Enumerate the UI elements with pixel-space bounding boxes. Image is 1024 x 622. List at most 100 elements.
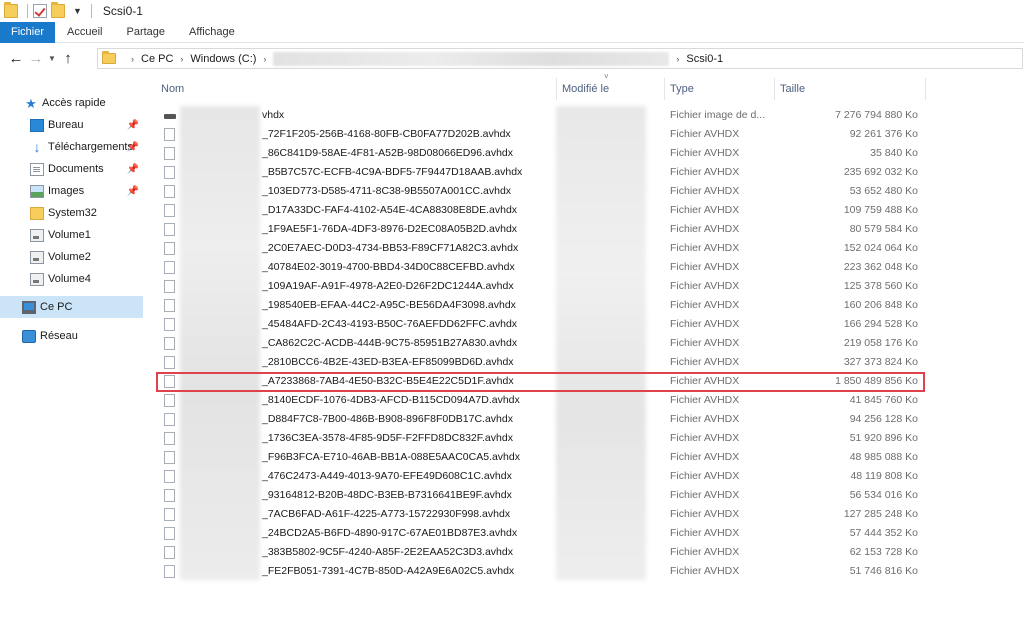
column-header-type[interactable]: Type <box>670 76 694 102</box>
file-icon <box>164 508 175 521</box>
file-row[interactable]: _40784E02-3019-4700-BBD4-34D0C88CEFBD.av… <box>0 258 1024 277</box>
file-row[interactable]: _FE2FB051-7391-4C7B-850D-A42A9E6A02C5.av… <box>0 562 1024 581</box>
file-name: _1736C3EA-3578-4F85-9D5F-F2FFD8DC832F.av… <box>262 432 513 444</box>
file-icon <box>164 394 175 407</box>
file-row[interactable]: _7ACB6FAD-A61F-4225-A773-15722930F998.av… <box>0 505 1024 524</box>
file-row[interactable]: _1736C3EA-3578-4F85-9D5F-F2FFD8DC832F.av… <box>0 429 1024 448</box>
file-icon <box>164 242 175 255</box>
file-row[interactable]: _D884F7C8-7B00-486B-B908-896F8F0DB17C.av… <box>0 410 1024 429</box>
file-name: _2810BCC6-4B2E-43ED-B3EA-EF85099BD6D.avh… <box>262 356 514 368</box>
back-arrow-icon[interactable]: ← <box>6 50 26 67</box>
file-row[interactable]: _24BCD2A5-B6FD-4890-917C-67AE01BD87E3.av… <box>0 524 1024 543</box>
file-row[interactable]: _B5B7C57C-ECFB-4C9A-BDF5-7F9447D18AAB.av… <box>0 163 1024 182</box>
file-row[interactable]: _1F9AE5F1-76DA-4DF3-8976-D2EC08A05B2D.av… <box>0 220 1024 239</box>
divider <box>90 4 92 18</box>
breadcrumb-this-pc[interactable]: Ce PC <box>141 53 173 65</box>
file-row[interactable]: _45484AFD-2C43-4193-B50C-76AEFDD62FFC.av… <box>0 315 1024 334</box>
file-size: 109 759 488 Ko <box>843 204 918 216</box>
file-type: Fichier AVHDX <box>670 223 740 235</box>
file-row[interactable]: _86C841D9-58AE-4F81-A52B-98D08066ED96.av… <box>0 144 1024 163</box>
column-divider[interactable] <box>925 78 926 100</box>
file-type: Fichier AVHDX <box>670 318 740 330</box>
column-divider[interactable] <box>664 78 665 100</box>
file-name: _1F9AE5F1-76DA-4DF3-8976-D2EC08A05B2D.av… <box>262 223 518 235</box>
file-type: Fichier AVHDX <box>670 166 740 178</box>
file-icon <box>164 185 175 198</box>
file-name: _93164812-B20B-48DC-B3EB-B7316641BE9F.av… <box>262 489 512 501</box>
column-header-modified[interactable]: Modifié le <box>562 76 609 102</box>
file-row[interactable]: _109A19AF-A91F-4978-A2E0-D26F2DC1244A.av… <box>0 277 1024 296</box>
file-icon <box>164 527 175 540</box>
recent-locations-dropdown-icon[interactable]: ▼ <box>46 54 58 63</box>
forward-arrow-icon[interactable]: → <box>26 50 46 67</box>
file-name: _72F1F205-256B-4168-80FB-CB0FA77D202B.av… <box>262 128 511 140</box>
file-type: Fichier AVHDX <box>670 489 740 501</box>
address-bar[interactable]: › Ce PC › Windows (C:) › › Scsi0-1 <box>97 48 1023 69</box>
quick-access-dropdown-icon[interactable]: ▼ <box>73 6 82 16</box>
file-row[interactable]: _2C0E7AEC-D0D3-4734-BB53-F89CF71A82C3.av… <box>0 239 1024 258</box>
file-size: 35 840 Ko <box>870 147 918 159</box>
file-size: 51 746 816 Ko <box>849 565 918 577</box>
file-row[interactable]: vhdx Fichier image de d... 7 276 794 880 K… <box>0 106 1024 125</box>
file-row[interactable]: _72F1F205-256B-4168-80FB-CB0FA77D202B.av… <box>0 125 1024 144</box>
file-name: _8140ECDF-1076-4DB3-AFCD-B115CD094A7D.av… <box>262 394 520 406</box>
new-folder-icon[interactable] <box>51 2 65 18</box>
file-row[interactable]: _383B5802-9C5F-4240-A85F-2E2EAA52C3D3.av… <box>0 543 1024 562</box>
file-name: _D884F7C8-7B00-486B-B908-896F8F0DB17C.av… <box>262 413 513 425</box>
file-name: _45484AFD-2C43-4193-B50C-76AEFDD62FFC.av… <box>262 318 518 330</box>
breadcrumb-current-folder[interactable]: Scsi0-1 <box>686 53 723 65</box>
chevron-right-icon[interactable]: › <box>131 54 134 64</box>
file-size: 223 362 048 Ko <box>843 261 918 273</box>
file-name: vhdx <box>262 109 285 121</box>
file-name: _7ACB6FAD-A61F-4225-A773-15722930F998.av… <box>262 508 511 520</box>
file-row[interactable]: _198540EB-EFAA-44C2-A95C-BE56DA4F3098.av… <box>0 296 1024 315</box>
file-name: _40784E02-3019-4700-BBD4-34D0C88CEFBD.av… <box>262 261 515 273</box>
file-row[interactable]: _476C2473-A449-4013-9A70-EFE49D608C1C.av… <box>0 467 1024 486</box>
tab-fichier[interactable]: Fichier <box>0 22 56 43</box>
column-divider[interactable] <box>556 78 557 100</box>
file-name: _86C841D9-58AE-4F81-A52B-98D08066ED96.av… <box>262 147 513 159</box>
tab-affichage[interactable]: Affichage <box>177 22 247 43</box>
file-row[interactable]: _103ED773-D585-4711-8C38-9B5507A001CC.av… <box>0 182 1024 201</box>
file-icon <box>164 356 175 369</box>
chevron-right-icon[interactable]: › <box>263 54 266 64</box>
file-type: Fichier AVHDX <box>670 128 740 140</box>
column-divider[interactable] <box>774 78 775 100</box>
navigation-bar: ← → ▼ ↑ › Ce PC › Windows (C:) › › Scsi0… <box>0 44 1024 72</box>
file-size: 160 206 848 Ko <box>843 299 918 311</box>
file-row[interactable]: _93164812-B20B-48DC-B3EB-B7316641BE9F.av… <box>0 486 1024 505</box>
file-row[interactable]: _D17A33DC-FAF4-4102-A54E-4CA88308E8DE.av… <box>0 201 1024 220</box>
tab-accueil[interactable]: Accueil <box>55 22 114 43</box>
file-name: _198540EB-EFAA-44C2-A95C-BE56DA4F3098.av… <box>262 299 516 311</box>
breadcrumb-windows-c[interactable]: Windows (C:) <box>190 53 256 65</box>
file-row[interactable]: _CA862C2C-ACDB-444B-9C75-85951B27A830.av… <box>0 334 1024 353</box>
file-type: Fichier AVHDX <box>670 527 740 539</box>
file-type: Fichier AVHDX <box>670 204 740 216</box>
file-name: _2C0E7AEC-D0D3-4734-BB53-F89CF71A82C3.av… <box>262 242 519 254</box>
tab-partage[interactable]: Partage <box>114 22 177 43</box>
chevron-right-icon[interactable]: › <box>180 54 183 64</box>
folder-icon[interactable] <box>4 2 18 18</box>
properties-icon[interactable] <box>33 4 47 18</box>
file-type: Fichier AVHDX <box>670 565 740 577</box>
column-header-name[interactable]: Nom <box>161 76 184 102</box>
up-arrow-icon[interactable]: ↑ <box>58 50 78 67</box>
file-row[interactable]: _8140ECDF-1076-4DB3-AFCD-B115CD094A7D.av… <box>0 391 1024 410</box>
file-name: _109A19AF-A91F-4978-A2E0-D26F2DC1244A.av… <box>262 280 514 292</box>
folder-icon <box>102 51 116 64</box>
file-icon <box>164 489 175 502</box>
file-size: 7 276 794 880 Ko <box>835 109 918 121</box>
redacted-modified-dates <box>556 106 646 580</box>
file-type: Fichier AVHDX <box>670 432 740 444</box>
column-header-size[interactable]: Taille <box>780 76 805 102</box>
file-type: Fichier AVHDX <box>670 242 740 254</box>
file-type: Fichier AVHDX <box>670 147 740 159</box>
file-size: 57 444 352 Ko <box>849 527 918 539</box>
chevron-right-icon[interactable]: › <box>676 54 679 64</box>
file-icon <box>164 166 175 179</box>
file-name: _FE2FB051-7391-4C7B-850D-A42A9E6A02C5.av… <box>262 565 515 577</box>
file-row[interactable]: _2810BCC6-4B2E-43ED-B3EA-EF85099BD6D.avh… <box>0 353 1024 372</box>
file-row[interactable]: _F96B3FCA-E710-46AB-BB1A-088E5AAC0CA5.av… <box>0 448 1024 467</box>
redacted-path <box>273 51 670 66</box>
file-name: _383B5802-9C5F-4240-A85F-2E2EAA52C3D3.av… <box>262 546 513 558</box>
